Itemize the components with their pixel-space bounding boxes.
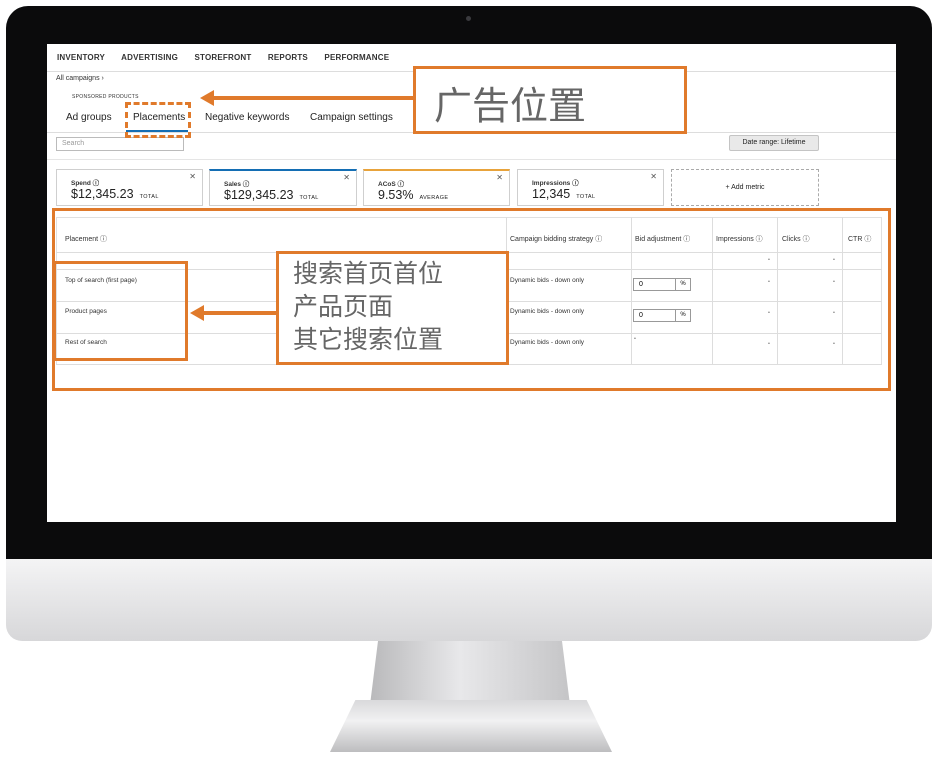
monitor-stand-base — [330, 700, 612, 752]
search-input[interactable]: Search — [56, 137, 184, 151]
placement-legend-callout: 搜索首页首位 产品页面 其它搜索位置 — [276, 251, 509, 365]
close-icon[interactable]: ✕ — [343, 173, 350, 182]
callout-title: 广告位置 — [434, 86, 587, 128]
metric-card-acos[interactable]: ACoS ⓘ 9.53% AVERAGE ✕ — [363, 169, 510, 206]
nav-inventory[interactable]: INVENTORY — [57, 53, 105, 62]
arrow-line — [203, 311, 276, 315]
callout-line: 产品页面 — [293, 293, 394, 321]
close-icon[interactable]: ✕ — [496, 173, 503, 182]
metric-card-spend[interactable]: Spend ⓘ $12,345.23 TOTAL ✕ — [56, 169, 203, 206]
metric-card-impressions[interactable]: Impressions ⓘ 12,345 TOTAL ✕ — [517, 169, 664, 206]
metric-value: 9.53% AVERAGE — [378, 188, 449, 202]
arrow-left-icon — [200, 90, 214, 106]
breadcrumb[interactable]: All campaigns › — [56, 75, 104, 82]
metric-label: ACoS ⓘ — [378, 181, 404, 188]
nav-storefront[interactable]: STOREFRONT — [194, 53, 251, 62]
top-navigation: INVENTORY ADVERTISING STOREFRONT REPORTS… — [57, 53, 403, 62]
callout-line: 搜索首页首位 — [293, 260, 444, 288]
metric-value: $129,345.23 TOTAL — [224, 188, 319, 202]
tab-ad-groups[interactable]: Ad groups — [66, 112, 112, 123]
placement-names-highlight — [53, 261, 188, 361]
tab-campaign-settings[interactable]: Campaign settings — [310, 112, 393, 123]
metric-value: $12,345.23 TOTAL — [71, 187, 159, 201]
callout-line: 其它搜索位置 — [293, 326, 444, 354]
close-icon[interactable]: ✕ — [650, 172, 657, 181]
webcam-icon — [466, 16, 471, 21]
placements-tab-highlight — [125, 102, 191, 138]
nav-performance[interactable]: PERFORMANCE — [324, 53, 389, 62]
page-subtitle: SPONSORED PRODUCTS — [72, 94, 139, 100]
metric-label: Spend ⓘ — [71, 180, 100, 187]
monitor-chin — [6, 559, 932, 641]
metric-label: Impressions ⓘ — [532, 180, 579, 187]
tab-negative-keywords[interactable]: Negative keywords — [205, 112, 289, 123]
screen: INVENTORY ADVERTISING STOREFRONT REPORTS… — [47, 44, 896, 522]
arrow-line — [213, 96, 413, 100]
nav-advertising[interactable]: ADVERTISING — [121, 53, 178, 62]
arrow-left-icon — [190, 305, 204, 321]
add-metric-button[interactable]: + Add metric — [671, 169, 819, 206]
close-icon[interactable]: ✕ — [189, 172, 196, 181]
date-range-button[interactable]: Date range: Lifetime — [729, 135, 819, 151]
metric-value: 12,345 TOTAL — [532, 187, 596, 201]
nav-reports[interactable]: REPORTS — [268, 53, 308, 62]
metric-card-sales[interactable]: Sales ⓘ $129,345.23 TOTAL ✕ — [209, 169, 357, 206]
monitor-stand-neck — [370, 641, 570, 705]
metric-label: Sales ⓘ — [224, 181, 250, 188]
placement-title-callout: 广告位置 — [413, 66, 687, 134]
toolbar-divider — [47, 159, 896, 160]
